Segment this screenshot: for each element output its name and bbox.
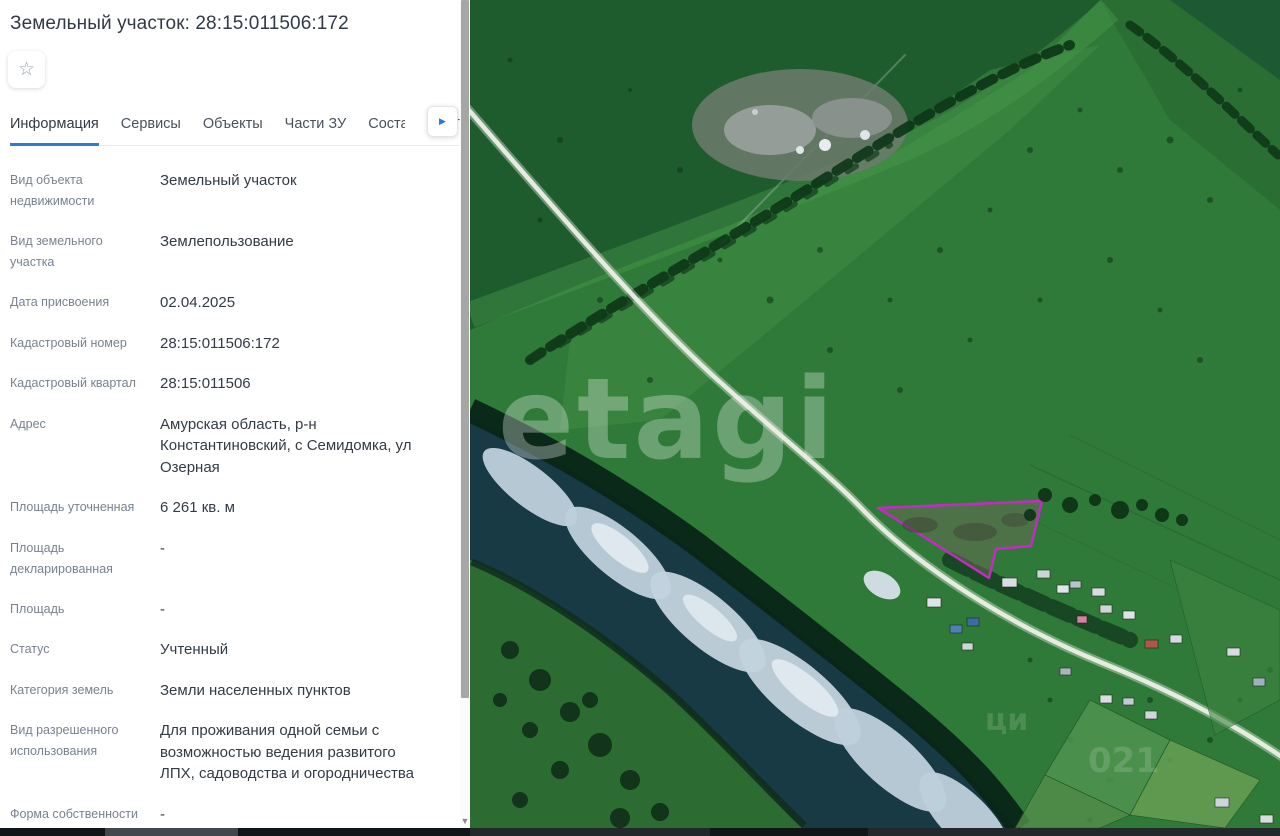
field-label: Форма собственности — [10, 806, 138, 821]
vertical-scrollbar[interactable]: ▼ — [460, 0, 470, 828]
field-label: Вид земельного участка — [10, 234, 103, 269]
vertical-scrollbar-thumb[interactable] — [461, 0, 469, 698]
field-value: Земли населенных пунктов — [160, 681, 351, 699]
horizontal-scrollbar-thumb[interactable] — [105, 828, 238, 836]
field-label: Дата присвоения — [10, 295, 110, 309]
field-value: Землепользование — [160, 233, 294, 250]
scroll-down-icon[interactable]: ▼ — [460, 816, 470, 826]
horizontal-scrollbar-segment — [470, 828, 710, 836]
field-label: Вид разрешенного использования — [10, 723, 119, 758]
field-value: 28:15:011506 — [160, 375, 251, 392]
watermark-fragment-1: ци — [985, 703, 1028, 738]
horizontal-scrollbar-segment — [868, 828, 1280, 836]
field-row: Площадь - — [10, 599, 460, 621]
field-label: Адрес — [10, 416, 46, 431]
field-label: Вид объекта недвижимости — [10, 173, 95, 208]
field-row: Площадь уточненная 6 261 кв. м — [10, 497, 460, 519]
page-title: Земельный участок: 28:15:011506:172 — [10, 13, 349, 34]
field-value: Амурская область, р-н Константиновский, … — [160, 415, 412, 476]
chevron-right-icon: ▶ — [439, 116, 446, 126]
field-row: Форма собственности - — [10, 804, 460, 826]
field-row: Вид разрешенного использования Для прожи… — [10, 720, 460, 785]
field-row: Статус Учтенный — [10, 639, 460, 661]
field-row: Категория земель Земли населенных пункто… — [10, 680, 460, 702]
field-value: Учтенный — [160, 641, 229, 658]
field-label: Статус — [10, 642, 50, 656]
marsh-patch — [692, 69, 908, 181]
field-label: Площадь декларированная — [10, 540, 113, 576]
field-value: Земельный участок — [160, 172, 297, 189]
field-row: Площадь декларированная - — [10, 538, 460, 580]
field-row: Дата присвоения 02.04.2025 — [10, 292, 460, 314]
field-label: Площадь — [10, 601, 65, 616]
tab-information[interactable]: Информация — [10, 110, 99, 146]
field-row: Кадастровый квартал 28:15:011506 — [10, 373, 460, 395]
tabs-scroll-next-button[interactable]: ▶ — [427, 106, 458, 137]
field-value: - — [160, 539, 165, 557]
field-value: 02.04.2025 — [160, 294, 236, 311]
field-label: Кадастровый номер — [10, 335, 127, 350]
favorite-button[interactable]: ☆ — [8, 51, 45, 88]
field-value: - — [160, 600, 165, 618]
field-value: 28:15:011506:172 — [160, 334, 280, 352]
field-row: Вид объекта недвижимости Земельный участ… — [10, 170, 460, 212]
field-label: Категория земель — [10, 682, 114, 697]
star-icon: ☆ — [17, 59, 36, 80]
tab-bar: Информация Сервисы Объекты Части ЗУ Сост… — [0, 106, 460, 146]
horizontal-scrollbar[interactable] — [0, 828, 1280, 836]
watermark-etagi: etagi — [498, 355, 837, 485]
tab-parcel-parts[interactable]: Части ЗУ — [285, 110, 347, 146]
field-value: - — [160, 805, 165, 823]
field-row: Адрес Амурская область, р-н Константинов… — [10, 414, 460, 479]
field-row: Кадастровый номер 28:15:011506:172 — [10, 333, 460, 355]
field-value: 6 261 кв. м — [160, 499, 235, 516]
field-value: Для проживания одной семьи с возможность… — [160, 722, 414, 782]
field-list: Вид объекта недвижимости Земельный участ… — [0, 146, 460, 825]
field-row: Вид земельного участка Землепользование — [10, 231, 460, 273]
map-canvas[interactable]: etagi ци 021 — [470, 0, 1280, 828]
parcel-info-panel: Земельный участок: 28:15:011506:172 ☆ Ин… — [0, 0, 460, 828]
watermark-fragment-2: 021 — [1088, 741, 1159, 781]
tab-composition[interactable]: Соста — [368, 110, 405, 146]
field-label: Площадь уточненная — [10, 500, 135, 514]
field-label: Кадастровый квартал — [10, 376, 136, 390]
tab-objects[interactable]: Объекты — [203, 110, 263, 146]
tab-services[interactable]: Сервисы — [121, 110, 181, 146]
